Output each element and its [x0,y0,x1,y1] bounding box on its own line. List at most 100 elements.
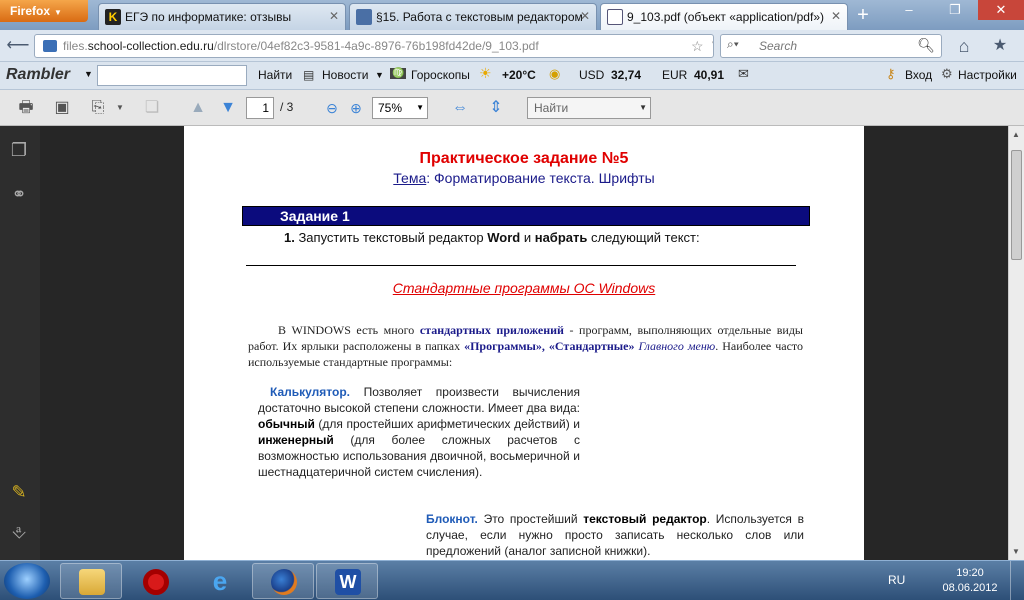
window-controls: – ❐ ✕ [886,0,1024,22]
explorer-taskbar-button[interactable] [60,563,122,599]
url-prefix: files. [63,39,88,53]
scroll-up-icon[interactable]: ▲ [1012,130,1020,139]
comment-icon[interactable]: ❏ [140,97,164,119]
comments-icon[interactable]: ✎ [8,482,30,504]
new-tab-button[interactable]: + [852,5,874,27]
para-italic: Главного меню [638,339,716,353]
calculator-paragraph: Калькулятор. Позволяет произвести вычисл… [258,384,580,480]
clock-date: 08.06.2012 [942,582,998,594]
zoom-select[interactable]: 75% ▼ [372,97,428,119]
chevron-down-icon: ▼ [416,103,424,112]
settings-link[interactable]: Настройки [958,68,1017,82]
search-engine-icon[interactable]: ⌕▾ [727,37,739,52]
firefox-taskbar-button[interactable] [252,563,314,599]
close-icon[interactable]: ✕ [831,9,841,23]
maximize-button[interactable]: ❐ [932,0,978,20]
previous-page-icon[interactable]: ▲ [186,97,210,119]
print-icon[interactable]: 🖶︎ [14,97,38,119]
next-page-icon[interactable]: ▼ [216,97,240,119]
scrollbar-thumb[interactable] [1011,150,1022,260]
document-title: Практическое задание №5 [419,150,629,167]
subtitle-label: Тема [393,170,427,186]
ie-taskbar-button[interactable]: e [188,563,250,599]
para-bold: инженерный [258,433,334,447]
zoom-out-icon[interactable]: ⊖ [320,97,344,119]
search-icon[interactable]: 🔍︎ [917,37,935,54]
tab-pdf[interactable]: 9_103.pdf (объект «application/pdf») ✕ [600,3,848,30]
windows-taskbar: e W RU 19:20 08.06.2012 [0,560,1024,600]
currency-coin-icon: ◉ [549,66,561,81]
horizontal-rule [246,265,796,266]
binoculars-icon[interactable]: ⚭ [8,184,30,206]
search-placeholder: Search [759,39,798,53]
opera-taskbar-button[interactable] [124,563,186,599]
firefox-menu-button[interactable]: Firefox ▼ [0,0,88,22]
save-icon[interactable]: ▣ [50,97,74,119]
screen: Firefox ▼ K ЕГЭ по информатике: отзывы ✕ … [0,0,1024,600]
vertical-scrollbar[interactable]: ▲ ▼ [1008,126,1024,560]
news-icon: ▤ [303,68,315,82]
close-icon[interactable]: ✕ [580,9,590,23]
task-text: и [520,230,535,245]
url-dropdown-icon[interactable]: ▽ [712,40,713,51]
rambler-horoscope-link[interactable]: Гороскопы [411,68,470,82]
tab-ege[interactable]: K ЕГЭ по информатике: отзывы ✕ [98,3,346,30]
page-total: / 3 [280,100,294,114]
rambler-find-link[interactable]: Найти [258,68,292,82]
rambler-temperature[interactable]: +20°C [502,68,536,82]
usd-label: USD [579,68,605,82]
pdf-page: Практическое задание №5 Тема: Форматиров… [184,126,864,560]
fit-page-icon[interactable]: ⇕ [484,97,508,119]
search-input[interactable]: ⌕▾ Search 🔍︎ [720,34,942,58]
explorer-icon [79,569,105,595]
show-desktop-button[interactable] [1010,561,1024,600]
ie-icon: e [212,566,228,596]
close-window-button[interactable]: ✕ [978,0,1024,20]
mail-icon[interactable]: ✉ [738,66,749,82]
task-number: 1. [284,230,295,245]
chevron-down-icon[interactable]: ▼ [375,70,384,80]
find-input[interactable]: Найти ▼ [527,97,651,119]
para-bold: текстовый редактор [583,512,707,526]
close-icon[interactable]: ✕ [329,9,339,23]
rambler-news-link[interactable]: Новости [322,68,368,82]
back-button[interactable]: ⟵ [6,34,30,58]
scroll-down-icon[interactable]: ▼ [1012,547,1020,556]
zoom-in-icon[interactable]: ⊕ [344,97,368,119]
language-indicator[interactable]: RU [888,573,905,587]
bookmarks-icon[interactable]: ★ [988,34,1012,58]
usd-value: 32,74 [611,68,642,82]
horoscope-icon: ♍ [390,68,407,79]
find-placeholder: Найти [534,101,569,115]
page-number-value: 1 [262,101,269,115]
page-number-input[interactable]: 1 [246,97,274,119]
pdf-viewport[interactable]: Практическое задание №5 Тема: Форматиров… [40,126,1008,560]
tab-lesson[interactable]: §15. Работа с текстовым редактором ✕ [349,3,597,30]
clock[interactable]: 19:20 08.06.2012 [940,566,1000,596]
windows-paragraph: В WINDOWS есть много стандартных приложе… [248,322,803,370]
chevron-down-icon[interactable]: ▼ [108,97,132,119]
minimize-button[interactable]: – [886,0,932,20]
tab-label: 9_103.pdf (объект «application/pdf») [627,10,824,24]
para-emphasis: стандартных приложений [419,323,564,337]
home-icon[interactable]: ⌂ [952,34,976,58]
attachment-icon[interactable]: ⎀ [8,522,30,544]
login-link[interactable]: Вход [905,68,932,82]
rambler-search-input[interactable] [97,65,247,86]
task-text: следующий текст: [587,230,700,245]
pages-icon[interactable]: ❐ [8,140,30,162]
gear-icon: ⚙ [941,66,953,81]
pdf-sidebar: ❐ ⚭ ✎ ⎀ [0,126,40,560]
section-heading: Стандартные программы ОС Windows [392,280,656,296]
url-bar[interactable]: files.school-collection.edu.ru/dlrstore/… [34,34,714,58]
rambler-logo[interactable]: Rambler [6,66,70,84]
clock-time: 19:20 [956,567,984,579]
fit-width-icon[interactable]: ⇔ [448,97,472,119]
word-taskbar-button[interactable]: W [316,563,378,599]
chevron-down-icon[interactable]: ▼ [84,69,93,79]
chevron-down-icon: ▼ [54,8,62,17]
task-word: Word [487,230,521,245]
bookmark-star-icon[interactable]: ☆ [691,38,704,55]
share-icon[interactable]: ⎘ [86,97,110,119]
start-button[interactable] [4,563,50,599]
